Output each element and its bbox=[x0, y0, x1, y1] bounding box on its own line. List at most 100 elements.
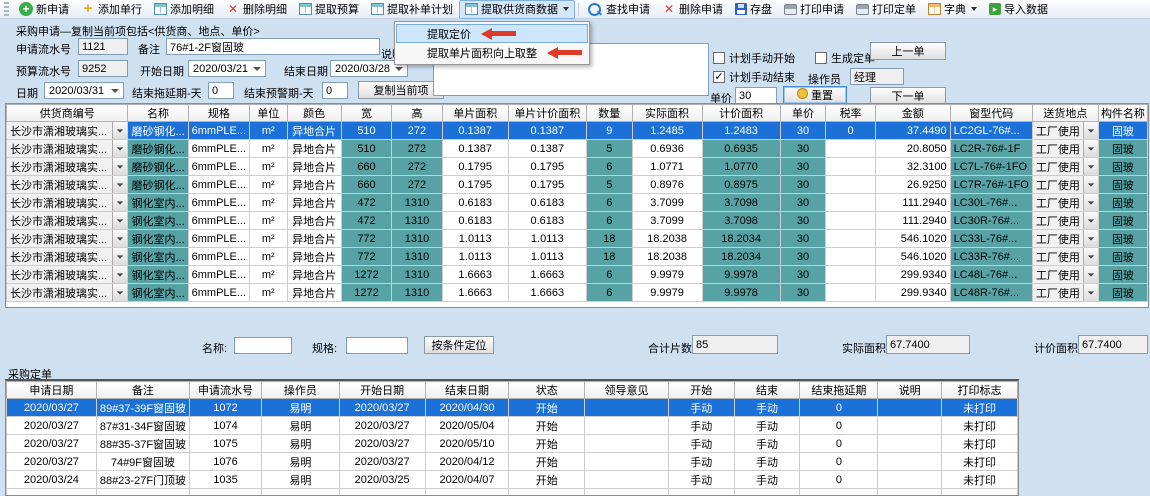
toolbar-grip-handle[interactable] bbox=[4, 2, 9, 16]
detail-cell: 0.1387 bbox=[508, 140, 586, 158]
detail-row-5[interactable]: 长沙市潇湘玻璃实...钢化室内...6mmPLE...m²异地合片4721310… bbox=[7, 194, 1148, 212]
unit-price-field[interactable] bbox=[735, 87, 777, 104]
toolbar-button-6[interactable]: 提取补单计划 bbox=[365, 0, 459, 19]
checkbox-icon[interactable]: ✓ bbox=[713, 71, 725, 83]
detail-cell: 0.1387 bbox=[508, 122, 586, 140]
chevron-down-icon[interactable] bbox=[1083, 284, 1098, 301]
checkbox-plan-manual-end[interactable]: ✓ 计划手动结束 bbox=[713, 69, 795, 85]
copy-current-item-button[interactable]: 复制当前项 bbox=[358, 81, 444, 99]
toolbar-button-4[interactable]: 删除明细 bbox=[220, 0, 293, 19]
detail-cell: 工厂使用 bbox=[1032, 140, 1098, 158]
order-cell: 0 bbox=[800, 471, 878, 489]
toolbar-button-1[interactable]: 新申请 bbox=[13, 0, 75, 19]
order-cell: 未打印 bbox=[942, 453, 1018, 471]
detail-cell: 长沙市潇湘玻璃实... bbox=[7, 230, 128, 248]
order-row-6[interactable] bbox=[7, 489, 1018, 496]
chevron-down-icon[interactable] bbox=[1083, 140, 1098, 157]
detail-combo-value: 长沙市潇湘玻璃实... bbox=[7, 267, 112, 283]
chevron-down-icon[interactable] bbox=[112, 122, 127, 139]
toolbar-button-10[interactable]: 存盘 bbox=[729, 0, 778, 19]
chevron-down-icon[interactable] bbox=[1083, 212, 1098, 229]
order-cell bbox=[425, 489, 509, 496]
detail-row-7[interactable]: 长沙市潇湘玻璃实...钢化室内...6mmPLE...m²异地合片7721310… bbox=[7, 230, 1148, 248]
detail-cell: 18.2038 bbox=[632, 230, 702, 248]
detail-row-3[interactable]: 长沙市潇湘玻璃实...磨砂钢化...6mmPLE...m²异地合片6602720… bbox=[7, 158, 1148, 176]
filter-name-input[interactable] bbox=[234, 337, 292, 354]
chevron-down-icon[interactable] bbox=[1083, 176, 1098, 193]
order-row-5[interactable]: 2020/03/2488#23-27F门顶玻1035易明2020/03/2520… bbox=[7, 471, 1018, 489]
chevron-down-icon[interactable] bbox=[253, 67, 261, 71]
checkbox-icon[interactable] bbox=[713, 52, 725, 64]
chevron-down-icon[interactable] bbox=[112, 140, 127, 157]
chevron-down-icon[interactable] bbox=[112, 194, 127, 211]
request-detail-grid: 供货商编号名称规格单位颜色宽高单片面积单片计价面积数量实际面积计价面积单价税率金… bbox=[5, 103, 1149, 308]
chevron-down-icon[interactable] bbox=[112, 212, 127, 229]
detail-row-8[interactable]: 长沙市潇湘玻璃实...钢化室内...6mmPLE...m²异地合片7721310… bbox=[7, 248, 1148, 266]
detail-combo-value: 工厂使用 bbox=[1033, 285, 1083, 301]
detail-cell: 660 bbox=[341, 158, 391, 176]
chevron-down-icon[interactable] bbox=[1083, 248, 1098, 265]
toolbar-button-3[interactable]: 添加明细 bbox=[148, 0, 220, 19]
detail-row-10[interactable]: 长沙市潇湘玻璃实...钢化室内...6mmPLE...m²异地合片1272131… bbox=[7, 284, 1148, 302]
toolbar-button-14[interactable]: 导入数据 bbox=[983, 0, 1054, 19]
checkbox-generate-order[interactable]: 生成定单 bbox=[815, 50, 875, 66]
order-row-2[interactable]: 2020/03/2787#31-34F窗固玻1074易明2020/03/2720… bbox=[7, 417, 1018, 435]
chevron-down-icon[interactable] bbox=[1083, 122, 1098, 139]
chevron-down-icon[interactable] bbox=[563, 7, 569, 11]
detail-row-9[interactable]: 长沙市潇湘玻璃实...钢化室内...6mmPLE...m²异地合片1272131… bbox=[7, 266, 1148, 284]
toolbar-button-8[interactable]: 查找申请 bbox=[582, 0, 656, 19]
remark-field[interactable] bbox=[166, 38, 380, 55]
menu-item-1[interactable]: 提取定价 bbox=[396, 24, 588, 43]
menu-item-2[interactable]: 提取单片面积向上取整 bbox=[396, 43, 588, 62]
order-cell: 2020/03/27 bbox=[7, 435, 97, 453]
chevron-down-icon[interactable] bbox=[971, 7, 977, 11]
chevron-down-icon[interactable] bbox=[1083, 230, 1098, 247]
detail-row-4[interactable]: 长沙市潇湘玻璃实...磨砂钢化...6mmPLE...m²异地合片6602720… bbox=[7, 176, 1148, 194]
toolbar-button-12[interactable]: 打印定单 bbox=[850, 0, 922, 19]
order-cell bbox=[585, 471, 669, 489]
chevron-down-icon[interactable] bbox=[112, 176, 127, 193]
previous-order-button[interactable]: 上一单 bbox=[870, 42, 946, 60]
detail-cell: 异地合片 bbox=[287, 122, 341, 140]
end-warning-field[interactable] bbox=[322, 82, 348, 99]
detail-row-2[interactable]: 长沙市潇湘玻璃实...磨砂钢化...6mmPLE...m²异地合片5102720… bbox=[7, 140, 1148, 158]
start-date-combobox[interactable]: 2020/03/21 bbox=[188, 60, 266, 77]
order-row-3[interactable]: 2020/03/2788#35-37F窗固玻1075易明2020/03/2720… bbox=[7, 435, 1018, 453]
locate-by-condition-button[interactable]: 按条件定位 bbox=[424, 336, 494, 354]
order-cell bbox=[800, 489, 878, 496]
chevron-down-icon[interactable] bbox=[112, 158, 127, 175]
chevron-down-icon[interactable] bbox=[112, 284, 127, 301]
chevron-down-icon[interactable] bbox=[1083, 266, 1098, 283]
add-detail-icon bbox=[154, 3, 167, 15]
detail-column-header-8: 单片面积 bbox=[442, 105, 508, 122]
detail-row-6[interactable]: 长沙市潇湘玻璃实...钢化室内...6mmPLE...m²异地合片4721310… bbox=[7, 212, 1148, 230]
toolbar-button-7[interactable]: 提取供货商数据 bbox=[459, 0, 575, 19]
toolbar-button-9[interactable]: 删除申请 bbox=[656, 0, 729, 19]
toolbar-button-2[interactable]: 添加单行 bbox=[75, 0, 148, 19]
order-row-4[interactable]: 2020/03/2774#9F窗固玻1076易明2020/03/272020/0… bbox=[7, 453, 1018, 471]
filter-spec-input[interactable] bbox=[346, 337, 408, 354]
chevron-down-icon[interactable] bbox=[1083, 194, 1098, 211]
detail-cell: 32.3100 bbox=[875, 158, 950, 176]
detail-cell: 钢化室内... bbox=[128, 284, 188, 302]
chevron-down-icon[interactable] bbox=[112, 230, 127, 247]
chevron-down-icon[interactable] bbox=[112, 266, 127, 283]
chevron-down-icon[interactable] bbox=[112, 248, 127, 265]
toolbar-button-5[interactable]: 提取预算 bbox=[293, 0, 365, 19]
chevron-down-icon[interactable] bbox=[111, 89, 119, 93]
detail-cell bbox=[826, 158, 876, 176]
chevron-down-icon[interactable] bbox=[1083, 158, 1098, 175]
toolbar-button-13[interactable]: 字典 bbox=[922, 0, 983, 19]
detail-cell: 18.2038 bbox=[632, 248, 702, 266]
reset-button[interactable]: 重置 bbox=[783, 86, 847, 104]
date-combobox[interactable]: 2020/03/31 bbox=[44, 82, 124, 99]
order-row-1[interactable]: 2020/03/2789#37-39F窗固玻1072易明2020/03/2720… bbox=[7, 399, 1018, 417]
order-cell: 0 bbox=[800, 417, 878, 435]
checkbox-icon[interactable] bbox=[815, 52, 827, 64]
checkbox-label: 计划手动开始 bbox=[729, 50, 795, 66]
toolbar-button-11[interactable]: 打印申请 bbox=[778, 0, 850, 19]
chevron-down-icon[interactable] bbox=[395, 67, 403, 71]
checkbox-plan-manual-start[interactable]: 计划手动开始 bbox=[713, 50, 795, 66]
end-delay-field[interactable] bbox=[208, 82, 234, 99]
detail-row-1[interactable]: 长沙市潇湘玻璃实...磨砂钢化...6mmPLE...m²异地合片5102720… bbox=[7, 122, 1148, 140]
